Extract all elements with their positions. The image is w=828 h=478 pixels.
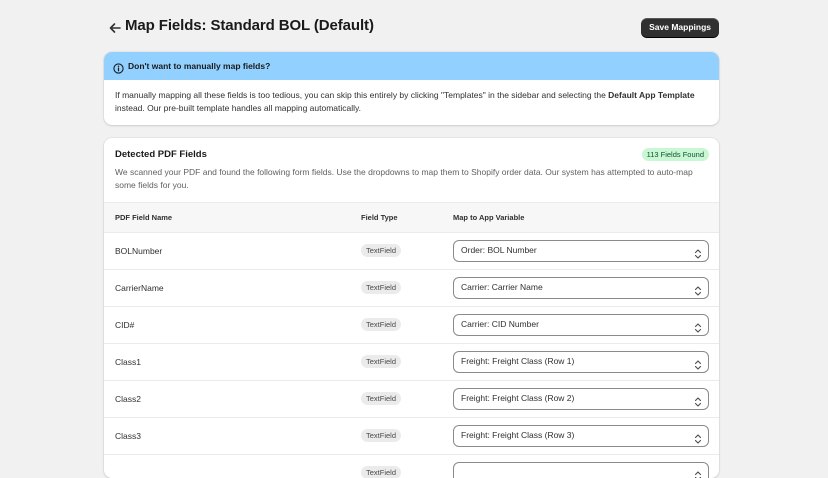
table-row: BOLNumber TextField Order: BOL Number xyxy=(104,233,719,270)
column-header-map-to-variable: Map to App Variable xyxy=(453,213,525,222)
mapping-select-value: Carrier: Carrier Name xyxy=(461,282,543,292)
page-title: Map Fields: Standard BOL (Default) xyxy=(125,17,374,34)
save-mappings-button[interactable]: Save Mappings xyxy=(641,18,719,37)
mapping-select[interactable]: Carrier: CID Number xyxy=(453,314,709,336)
banner-header: Don't want to manually map fields? xyxy=(104,52,719,80)
table-row: CID# TextField Carrier: CID Number xyxy=(104,307,719,344)
mapping-select-value: Freight: Freight Class (Row 3) xyxy=(461,430,575,440)
banner-body-text: If manually mapping all these fields is … xyxy=(115,90,609,100)
fields-table: PDF Field Name Field Type Map to App Var… xyxy=(104,202,719,478)
mapping-select-value: Order: BOL Number xyxy=(461,245,537,255)
pdf-field-name: Class2 xyxy=(115,394,141,404)
banner-body-bold: Default App Template xyxy=(608,90,695,100)
table-row: Class1 TextField Freight: Freight Class (R… xyxy=(104,344,719,381)
mapping-select[interactable] xyxy=(453,462,709,478)
page-header: Map Fields: Standard BOL (Default) Save … xyxy=(104,14,719,42)
select-chevron-icon xyxy=(694,246,702,259)
mapping-select-value: Freight: Freight Class (Row 2) xyxy=(461,393,575,403)
column-header-field-type: Field Type xyxy=(361,213,398,222)
pdf-field-name: Class3 xyxy=(115,431,141,441)
mapping-select-value: Carrier: CID Number xyxy=(461,319,539,329)
table-row: Class3 TextField Freight: Freight Class (R… xyxy=(104,418,719,455)
mapping-select-value: Freight: Freight Class (Row 1) xyxy=(461,356,575,366)
table-row: Class2 TextField Freight: Freight Class (R… xyxy=(104,381,719,418)
card-title: Detected PDF Fields xyxy=(115,149,207,160)
table-row: CarrierName TextField Carrier: Carrier Nam… xyxy=(104,270,719,307)
banner-body: If manually mapping all these fields is … xyxy=(115,89,710,114)
column-header-pdf-field-name: PDF Field Name xyxy=(115,213,173,222)
field-type-badge: TextField xyxy=(361,318,402,331)
field-type-badge: TextField xyxy=(361,355,402,368)
fields-count-badge: 113 Fields Found xyxy=(641,148,709,161)
banner-body-text-end: instead. Our pre-built template handles … xyxy=(115,102,362,113)
table-row: TextField xyxy=(104,455,719,478)
select-chevron-icon xyxy=(694,394,702,407)
info-banner: Don't want to manually map fields? If ma… xyxy=(104,52,719,125)
arrow-left-icon xyxy=(106,19,124,37)
pdf-field-name: Class1 xyxy=(115,357,141,367)
mapping-select[interactable]: Freight: Freight Class (Row 3) xyxy=(453,425,709,447)
mapping-select[interactable]: Order: BOL Number xyxy=(453,240,709,262)
pdf-field-name: BOLNumber xyxy=(115,246,163,256)
field-type-badge: TextField xyxy=(361,244,402,257)
select-chevron-icon xyxy=(694,431,702,444)
mapping-select[interactable]: Carrier: Carrier Name xyxy=(453,277,709,299)
field-type-badge: TextField xyxy=(361,392,402,405)
mapping-select[interactable]: Freight: Freight Class (Row 1) xyxy=(453,351,709,373)
field-type-badge: TextField xyxy=(361,466,402,478)
select-chevron-icon xyxy=(694,357,702,370)
select-chevron-icon xyxy=(694,468,702,478)
mapping-select[interactable]: Freight: Freight Class (Row 2) xyxy=(453,388,709,410)
field-type-badge: TextField xyxy=(361,281,402,294)
back-button[interactable] xyxy=(106,19,124,37)
pdf-field-name: CID# xyxy=(115,320,135,330)
select-chevron-icon xyxy=(694,320,702,333)
pdf-field-name: CarrierName xyxy=(115,283,164,293)
table-body: BOLNumber TextField Order: BOL Number Carri… xyxy=(104,233,719,478)
banner-title: Don't want to manually map fields? xyxy=(128,61,271,71)
card-description: We scanned your PDF and found the follow… xyxy=(115,167,693,190)
select-chevron-icon xyxy=(694,283,702,296)
detected-fields-card: Detected PDF Fields 113 Fields Found We … xyxy=(104,138,719,478)
table-header: PDF Field Name Field Type Map to App Var… xyxy=(104,202,719,233)
field-type-badge: TextField xyxy=(361,429,402,442)
info-icon xyxy=(113,61,124,74)
